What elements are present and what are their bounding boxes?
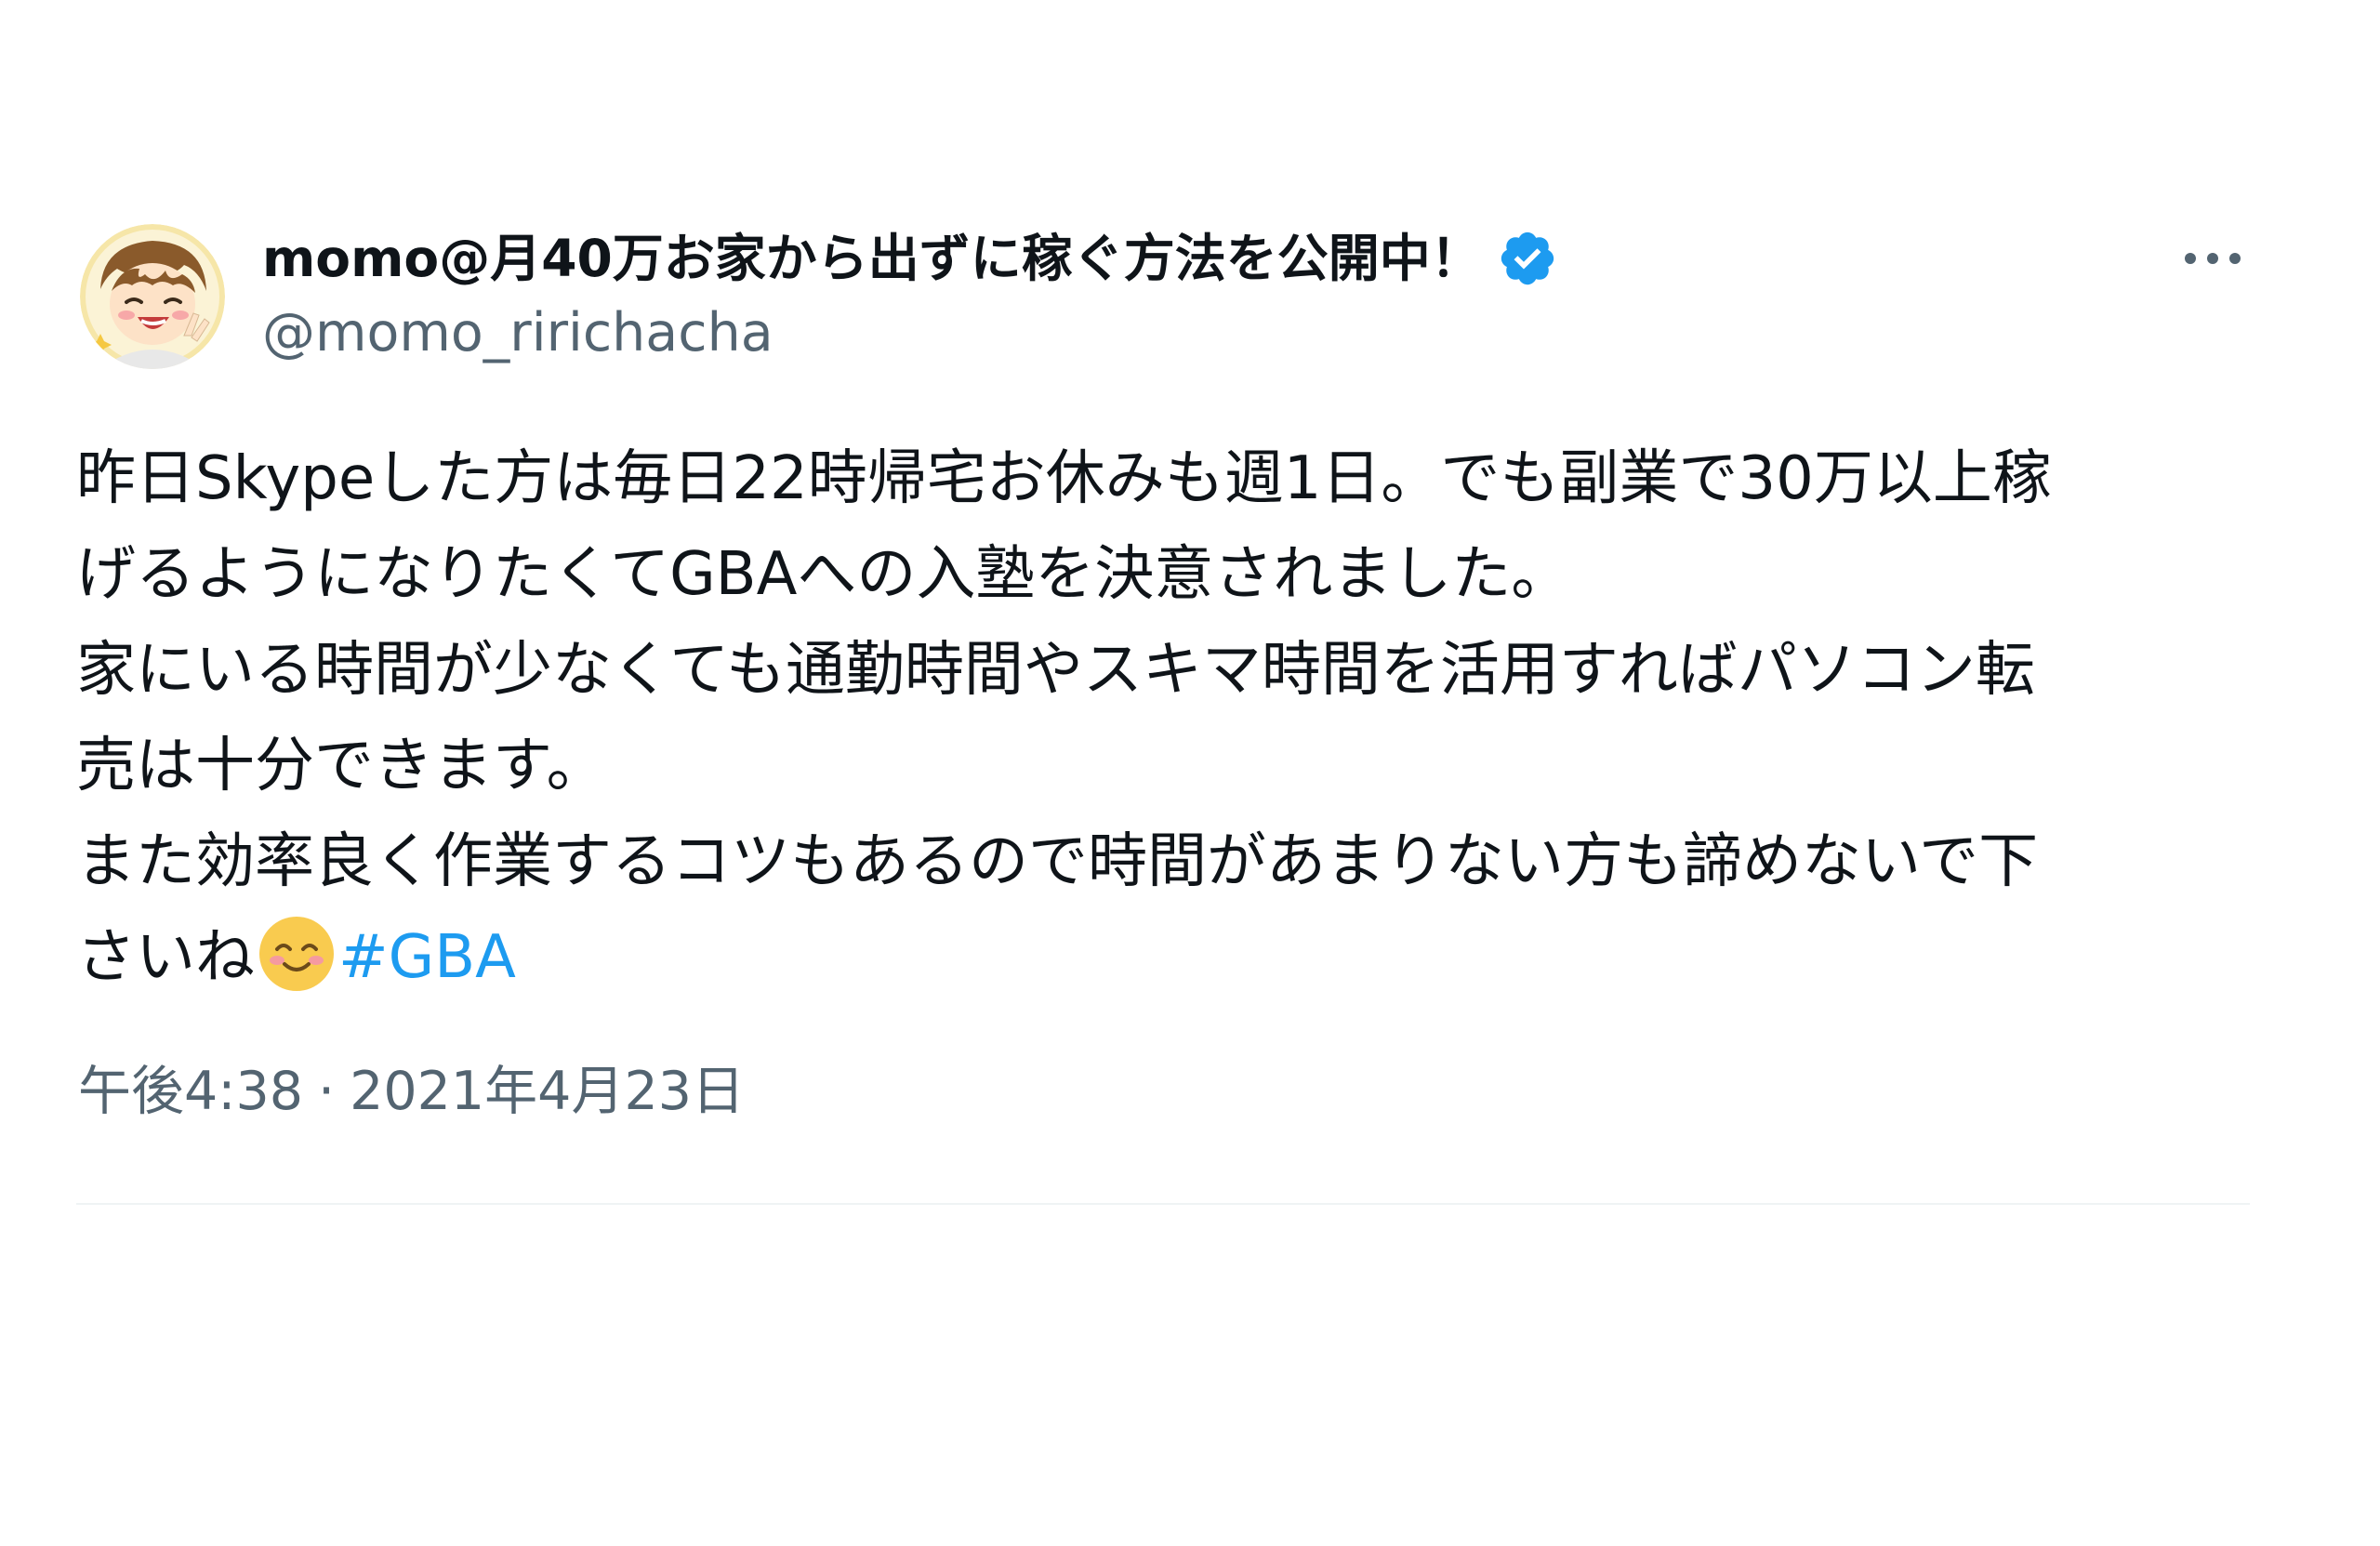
tweet-text-line: 昨日Skypeした方は毎日22時帰宅お休みも週1日。でも副業で30万以上稼 xyxy=(76,444,2052,513)
author-display-name[interactable]: momo@月40万お家から出ずに稼ぐ方法を公開中！ xyxy=(262,225,1482,292)
divider xyxy=(76,1203,2250,1205)
hashtag-link[interactable]: #GBA xyxy=(338,923,516,992)
verified-badge-icon xyxy=(1497,228,1558,289)
tweet-text-line: 家にいる時間が少なくても通勤時間やスキマ時間を活用すればパソコン転 xyxy=(76,636,2035,705)
timestamp-separator: · xyxy=(318,1061,336,1122)
more-options-icon xyxy=(2185,253,2241,264)
tweet-time[interactable]: 午後4:38 xyxy=(78,1061,303,1122)
tweet-text-line: げるようになりたくてGBAへの入塾を決意されました。 xyxy=(76,540,1571,609)
tweet-date[interactable]: 2021年4月23日 xyxy=(350,1061,745,1122)
tweet-timestamp[interactable]: 午後4:38 · 2021年4月23日 xyxy=(78,1054,745,1129)
tweet-card: momo@月40万お家から出ずに稼ぐ方法を公開中！ @momo_ririchac… xyxy=(76,219,2250,1205)
author-handle[interactable]: @momo_ririchacha xyxy=(262,299,774,366)
author-name-row[interactable]: momo@月40万お家から出ずに稼ぐ方法を公開中！ xyxy=(262,225,1558,292)
tweet-text-last-line: さいね #GBA xyxy=(76,910,2250,1006)
smiling-face-emoji-icon xyxy=(257,914,337,994)
tweet-text-line: 売は十分できます。 xyxy=(76,732,606,800)
tweet-text: 昨日Skypeした方は毎日22時帰宅お休みも週1日。でも副業で30万以上稼 げる… xyxy=(76,431,2250,1006)
more-options-button[interactable] xyxy=(2175,231,2250,286)
tweet-header: momo@月40万お家から出ずに稼ぐ方法を公開中！ @momo_ririchac… xyxy=(76,219,2250,377)
tweet-text-line: また効率良く作業するコツもあるので時間があまりない方も諦めないで下 xyxy=(76,827,2039,896)
tweet-text-line: さいね xyxy=(76,923,255,992)
avatar[interactable] xyxy=(80,224,225,369)
cartoon-avatar-icon xyxy=(80,224,225,369)
